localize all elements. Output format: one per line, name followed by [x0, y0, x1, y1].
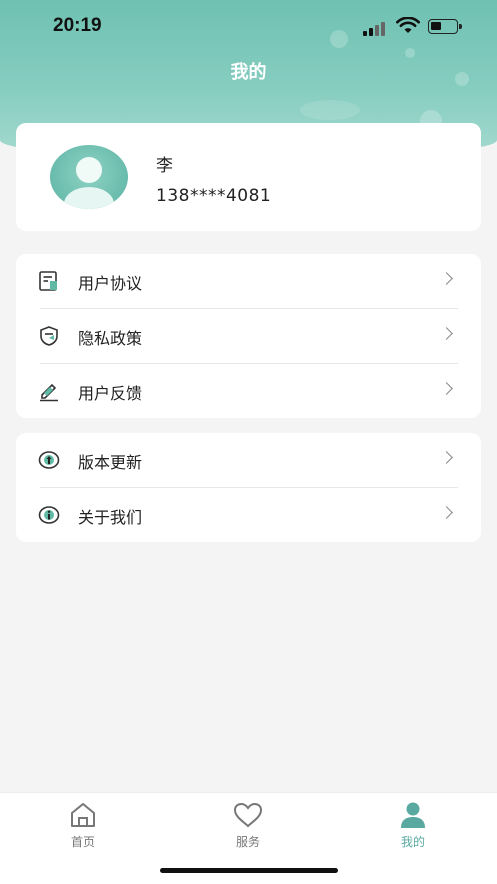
home-indicator: [160, 868, 338, 873]
info-icon: [38, 506, 60, 524]
menu-item-label: 版本更新: [78, 453, 143, 472]
menu-group-about: 版本更新 关于我们: [16, 433, 481, 542]
avatar[interactable]: [50, 145, 128, 209]
menu-item-feedback[interactable]: 用户反馈: [16, 364, 481, 419]
tab-label: 首页: [70, 835, 95, 849]
tab-service[interactable]: 服务: [208, 801, 288, 850]
menu-item-label: 用户反馈: [78, 384, 143, 403]
status-time: 20:19: [53, 15, 102, 36]
menu-group-settings: 用户协议 隐私政策 用户反馈: [16, 254, 481, 418]
chevron-right-icon: [440, 382, 453, 395]
wifi-icon: [396, 17, 420, 33]
tab-home[interactable]: 首页: [43, 801, 123, 850]
battery-icon: [428, 19, 462, 34]
status-bar: 20:19: [0, 0, 497, 54]
menu-item-about-us[interactable]: 关于我们: [16, 488, 481, 543]
signal-icon: [363, 20, 391, 36]
menu-item-privacy-policy[interactable]: 隐私政策: [16, 309, 481, 364]
chevron-right-icon: [440, 327, 453, 340]
menu-item-user-agreement[interactable]: 用户协议: [16, 254, 481, 309]
update-icon: [38, 451, 60, 469]
document-icon: [39, 271, 57, 291]
menu-item-label: 用户协议: [78, 274, 143, 293]
user-phone: 138****4081: [156, 186, 272, 206]
edit-icon: [40, 383, 58, 402]
heart-icon: [233, 802, 263, 828]
chevron-right-icon: [440, 451, 453, 464]
profile-card[interactable]: 李 138****4081: [16, 123, 481, 231]
tab-label: 服务: [235, 835, 260, 849]
user-icon: [401, 802, 425, 828]
page-title: 我的: [230, 62, 267, 83]
menu-item-version-update[interactable]: 版本更新: [16, 433, 481, 488]
chevron-right-icon: [440, 272, 453, 285]
tab-mine[interactable]: 我的: [373, 801, 453, 850]
user-name: 李: [156, 156, 173, 176]
menu-item-label: 关于我们: [78, 508, 143, 527]
shield-icon: [40, 326, 58, 346]
menu-item-label: 隐私政策: [78, 329, 143, 348]
home-icon: [71, 803, 95, 827]
chevron-right-icon: [440, 506, 453, 519]
tab-label: 我的: [400, 835, 425, 849]
